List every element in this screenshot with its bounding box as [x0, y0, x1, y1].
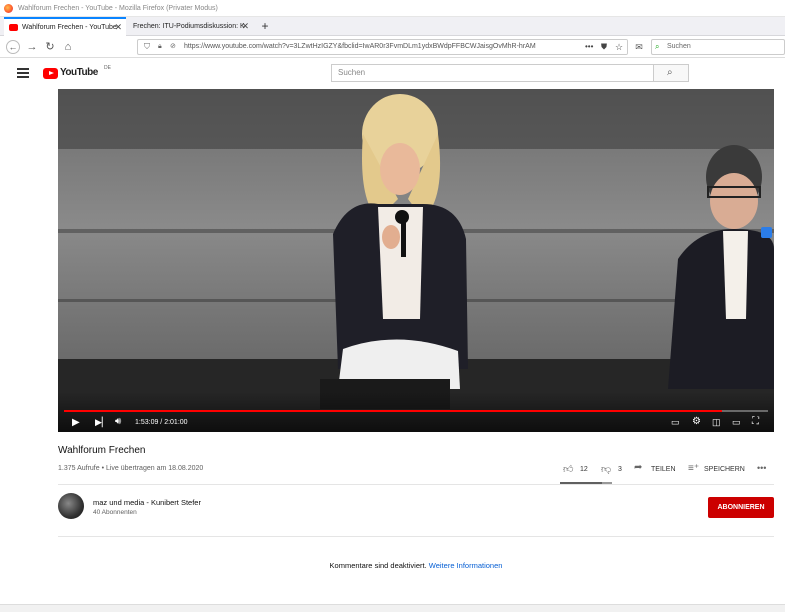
window-titlebar: Wahlforum Frechen - YouTube - Mozilla Fi…	[0, 0, 785, 17]
controls-gradient	[58, 392, 774, 432]
url-bar[interactable]: ⛉ 🔒︎ ⊘ https://www.youtube.com/watch?v=3…	[137, 39, 628, 55]
lock-icon[interactable]: 🔒︎	[158, 40, 162, 54]
close-tab-icon[interactable]: ✕	[241, 17, 249, 36]
home-button[interactable]: ⌂	[61, 40, 75, 54]
divider	[58, 484, 774, 485]
video-meta: 1.375 Aufrufe • Live übertragen am 18.08…	[58, 465, 204, 472]
back-button[interactable]: ←	[6, 40, 20, 54]
like-count: 12	[580, 466, 588, 473]
time-display: 1:53:09 / 2:01:00	[135, 419, 188, 426]
save-playlist-icon[interactable]: ≡⁺	[688, 463, 699, 474]
close-tab-icon[interactable]: ✕	[114, 19, 122, 36]
next-button[interactable]: ▶▏	[95, 417, 109, 428]
youtube-play-logo-icon	[43, 68, 58, 79]
share-button[interactable]: TEILEN	[651, 466, 676, 473]
video-title: Wahlforum Frechen	[58, 445, 146, 456]
divider	[58, 536, 774, 537]
mail-icon[interactable]: ✉	[632, 40, 646, 54]
youtube-search-button[interactable]: ⌕	[653, 64, 689, 82]
tab-label: Wahlforum Frechen - YouTube	[22, 24, 117, 31]
share-icon[interactable]: ➦	[634, 462, 642, 473]
info-card-icon[interactable]	[761, 227, 772, 238]
progress-fill	[64, 410, 723, 412]
new-tab-button[interactable]: +	[258, 17, 272, 36]
bookmark-star-icon[interactable]: ☆	[615, 40, 623, 54]
youtube-search-placeholder: Suchen	[338, 68, 366, 77]
youtube-logo-text: YouTube	[60, 67, 98, 78]
youtube-search-input[interactable]: Suchen	[331, 64, 654, 82]
channel-name[interactable]: maz und media - Kunibert Stefer	[93, 498, 201, 507]
tab-label: Frechen: ITU-Podiumsdiskussion: K	[133, 23, 245, 30]
camera-blocked-icon[interactable]: ⊘	[170, 40, 176, 54]
comments-notice: Kommentare sind deaktiviert.	[329, 561, 427, 570]
comments-disabled: Kommentare sind deaktiviert. Weitere Inf…	[0, 561, 785, 570]
firefox-logo-icon	[4, 4, 13, 13]
more-info-link[interactable]: Weitere Informationen	[429, 561, 503, 570]
browser-search-placeholder: Suchen	[667, 43, 691, 50]
tab-bar: Wahlforum Frechen - YouTube ✕ Frechen: I…	[0, 17, 785, 36]
theater-mode-icon[interactable]: ▭	[732, 417, 741, 428]
pocket-icon[interactable]: ⛊	[601, 40, 607, 54]
miniplayer-icon[interactable]: ◫	[712, 417, 721, 428]
url-text: https://www.youtube.com/watch?v=3LZwtHzI…	[184, 43, 536, 50]
like-icon[interactable]: 👍︎	[563, 463, 573, 475]
dislike-count: 3	[618, 466, 622, 473]
more-actions-icon[interactable]: •••	[757, 463, 766, 473]
progress-bar[interactable]	[64, 410, 768, 412]
fullscreen-icon[interactable]: ⛶	[752, 416, 759, 427]
channel-avatar[interactable]	[58, 493, 84, 519]
bottom-edge	[0, 604, 785, 612]
subscriber-count: 40 Abonnenten	[93, 509, 137, 516]
youtube-favicon-icon	[9, 24, 18, 31]
video-player[interactable]: ▶ ▶▏ 🔊︎ 1:53:09 / 2:01:00 ▭ ⚙ ◫ ▭ ⛶	[58, 89, 774, 432]
page-actions-icon[interactable]: •••	[585, 40, 593, 54]
shield-icon[interactable]: ⛉	[144, 40, 150, 54]
settings-gear-icon[interactable]: ⚙	[692, 416, 701, 427]
tab-youtube[interactable]: Wahlforum Frechen - YouTube ✕	[4, 17, 126, 36]
url-actions: ••• ⛊ ☆	[583, 40, 627, 54]
search-engine-icon[interactable]: ⌕	[655, 40, 659, 54]
video-frame	[58, 89, 774, 432]
volume-icon[interactable]: 🔊︎	[115, 416, 121, 427]
save-button[interactable]: SPEICHERN	[704, 466, 745, 473]
navigation-bar: ← → ↻ ⌂ ⛉ 🔒︎ ⊘ https://www.youtube.com/w…	[0, 36, 785, 58]
play-button[interactable]: ▶	[72, 417, 80, 428]
tab-frechen[interactable]: Frechen: ITU-Podiumsdiskussion: K ✕	[127, 17, 253, 36]
menu-hamburger-icon[interactable]	[17, 68, 29, 78]
forward-button[interactable]: →	[25, 40, 39, 54]
browser-search-field[interactable]: ⌕ Suchen	[651, 39, 785, 55]
dislike-icon[interactable]: 👎︎	[601, 463, 611, 475]
subtitles-icon[interactable]: ▭	[671, 417, 680, 428]
reload-button[interactable]: ↻	[43, 40, 57, 54]
subscribe-button[interactable]: ABONNIEREN	[708, 497, 774, 518]
region-code: DE	[104, 65, 111, 71]
youtube-header: YouTube DE Suchen ⌕	[0, 59, 785, 89]
search-icon: ⌕	[667, 67, 673, 78]
window-title: Wahlforum Frechen - YouTube - Mozilla Fi…	[18, 5, 218, 12]
